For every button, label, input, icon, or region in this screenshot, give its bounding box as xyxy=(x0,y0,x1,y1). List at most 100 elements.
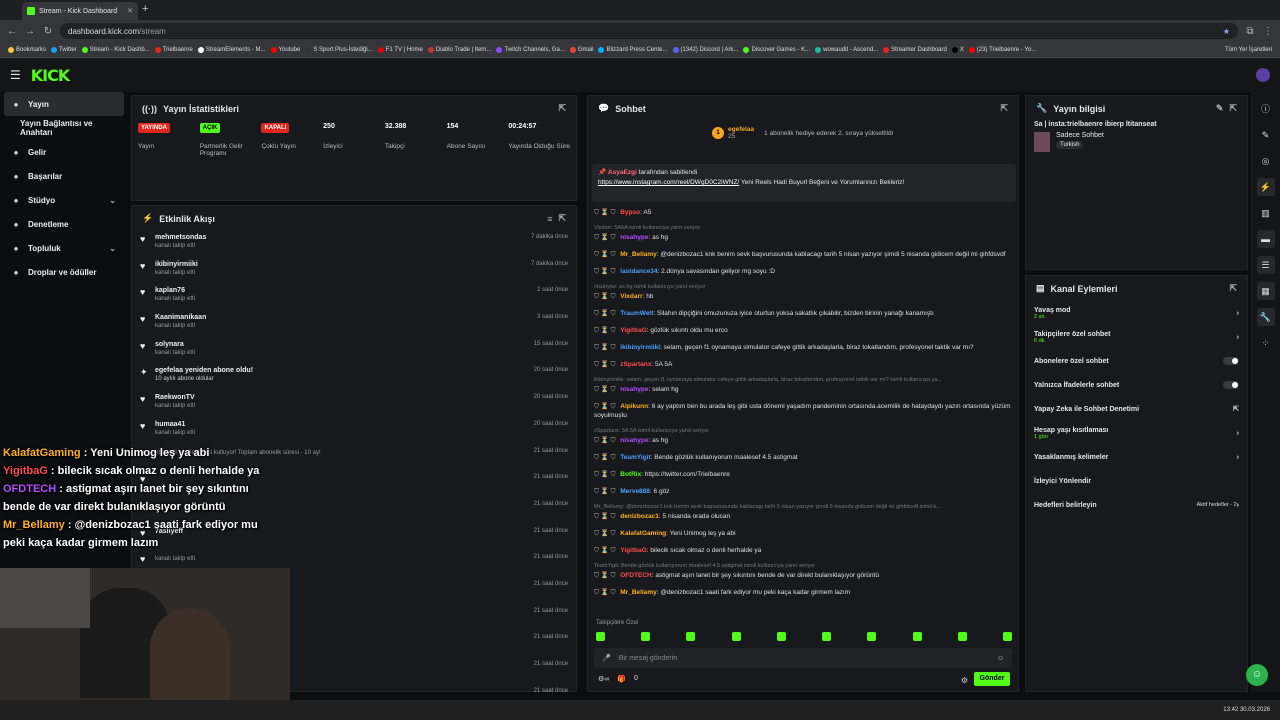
bookmark-item[interactable]: (1342) Discord | Ark... xyxy=(672,46,738,53)
kick-logo[interactable]: KICK xyxy=(31,66,70,85)
sidebar-item[interactable]: ● Topluluk ⌄ xyxy=(0,236,128,260)
toggle-switch[interactable] xyxy=(1223,381,1239,389)
mic-icon[interactable]: 🎤 xyxy=(602,654,611,662)
lightning-icon[interactable]: ⚡ xyxy=(1256,178,1275,196)
bookmark-item[interactable]: Streamer Dashboard xyxy=(883,46,947,53)
document-icon[interactable]: ▥ xyxy=(1257,204,1275,222)
menu-dots-icon[interactable]: ⋮ xyxy=(1262,26,1274,37)
bookmark-item[interactable]: Youtube xyxy=(270,46,300,53)
edit-icon[interactable]: ✎ xyxy=(1216,103,1224,114)
sidebar-item[interactable]: Yayın Bağlantısı ve Anahtarı xyxy=(0,116,128,140)
chat-message[interactable]: ⛉ ⏳ ⛉ zSpartanx: 5A 5A xyxy=(594,360,1014,369)
hamburger-icon[interactable]: ☰ xyxy=(10,68,21,82)
chat-username[interactable]: denizbozac1 xyxy=(620,513,659,520)
action-row[interactable]: Abonelere özel sohbet xyxy=(1026,349,1247,373)
chat-message[interactable]: ⛉ ⏳ ⛉ Merve888: 6 göz xyxy=(594,487,1014,496)
external-link-icon[interactable]: ⇱ xyxy=(1233,405,1239,413)
bookmark-item[interactable]: Blizzard Press Cente... xyxy=(598,46,668,53)
gift-icon[interactable]: 🎁 xyxy=(617,675,626,683)
camera-icon[interactable]: ◎ xyxy=(1257,152,1275,170)
chat-message[interactable]: ⛉ ⏳ ⛉ KalafatGaming: Yeni Unimog leş ya … xyxy=(594,529,1014,538)
chat-input[interactable]: 🎤 Bir mesaj gönderin ☺ xyxy=(594,648,1012,668)
info-icon[interactable]: ⓘ xyxy=(1257,100,1275,118)
emote-icon[interactable] xyxy=(641,632,651,641)
chat-message[interactable]: ⛉ ⏳ ⛉ TraumWelt: Silahın dipçiğini omuzu… xyxy=(594,309,1014,318)
bookmark-item[interactable]: X xyxy=(951,46,964,53)
chevron-down-icon[interactable]: ⌄ xyxy=(109,244,116,253)
sidebar-item[interactable]: ● Stüdyo ⌄ xyxy=(0,188,128,212)
forward-icon[interactable]: → xyxy=(24,26,36,37)
chat-message[interactable]: ⛉ ⏳ ⛉ Alpikunn: 6 ay yaptım ben bu arada… xyxy=(594,402,1014,420)
emote-icon[interactable] xyxy=(1002,632,1012,641)
nodes-icon[interactable]: ⁘ xyxy=(1257,334,1275,352)
emote-icon[interactable] xyxy=(731,632,741,641)
chat-message[interactable]: ⛉ ⏳ ⛉ lastdance34: 2.dünya savasından ge… xyxy=(594,267,1014,276)
action-row[interactable]: Yasaklanmış kelimeler › xyxy=(1026,445,1247,469)
support-chat-button[interactable]: ☺ xyxy=(1246,664,1268,686)
chat-username[interactable]: YigitbaG xyxy=(620,547,646,554)
bookmark-item[interactable]: Bookmarks xyxy=(8,46,46,53)
action-row[interactable]: İzleyici Yönlendir xyxy=(1026,469,1247,493)
bookmark-item[interactable]: Gmail xyxy=(569,46,593,53)
chat-message[interactable]: ⛉ ⏳ ⛉ denizbozac1: 5 nisanda orada oluca… xyxy=(594,512,1014,521)
send-button[interactable]: Gönder xyxy=(974,672,1010,686)
chat-username[interactable]: zSpartanx xyxy=(620,361,651,368)
tool-icon[interactable]: ⚙∞ xyxy=(598,675,609,683)
chat-username[interactable]: lastdance34 xyxy=(620,268,657,275)
close-tab-icon[interactable]: ✕ xyxy=(127,7,133,15)
chat-username[interactable]: KalafatGaming xyxy=(620,530,666,537)
chat-message[interactable]: ⛉ ⏳ ⛉ Bypso: A5 xyxy=(594,208,1014,217)
chevron-right-icon[interactable]: › xyxy=(1237,454,1239,461)
pencil-icon[interactable]: ✎ xyxy=(1257,126,1275,144)
popout-icon[interactable]: ⇱ xyxy=(558,213,566,224)
action-row[interactable]: Hesap yaşı kısıtlaması 1 gün › xyxy=(1026,421,1247,445)
chat-message[interactable]: ⛉ ⏳ ⛉ TeamYigit: Bende gözlük kullanıyor… xyxy=(594,453,1014,462)
back-icon[interactable]: ← xyxy=(6,26,18,37)
action-row[interactable]: Yavaş mod 2 sn. › xyxy=(1026,301,1247,325)
sidebar-item[interactable]: ● Droplar ve ödüller xyxy=(0,260,128,284)
chat-username[interactable]: TeamYigit xyxy=(620,454,650,461)
chat-message[interactable]: ⛉ ⏳ ⛉ Vixdarr: hb xyxy=(594,292,1014,301)
bookmark-item[interactable]: Twitch Channels, Ga... xyxy=(496,46,565,53)
emote-icon[interactable] xyxy=(867,632,877,641)
emote-icon[interactable] xyxy=(596,632,605,641)
chat-username[interactable]: Mr_Bellamy xyxy=(620,589,657,596)
settings-gear-icon[interactable]: ⚙ xyxy=(961,676,968,685)
wrench-icon[interactable]: 🔧 xyxy=(1256,308,1275,326)
chat-username[interactable]: Vixdarr xyxy=(620,293,642,300)
chat-username[interactable]: YigitbaG xyxy=(620,327,646,334)
all-bookmarks[interactable]: Tüm Yer İşaretleri xyxy=(1225,47,1272,53)
emote-icon[interactable] xyxy=(686,632,696,641)
toggle-switch[interactable] xyxy=(1223,357,1239,365)
chat-message[interactable]: ⛉ ⏳ ⛉ ikibinyirmiiki: selam, geçen f1 oy… xyxy=(594,343,1014,352)
browser-tab[interactable]: Stream - Kick Dashboard ✕ xyxy=(22,2,138,20)
chat-username[interactable]: OFDTECH xyxy=(620,572,651,579)
emote-icon[interactable] xyxy=(776,632,786,641)
sidebar-item[interactable]: ● Gelir xyxy=(0,140,128,164)
bookmark-item[interactable]: StreamElements - M... xyxy=(197,46,266,53)
chevron-right-icon[interactable]: › xyxy=(1237,430,1239,437)
chat-message[interactable]: ⛉ ⏳ ⛉ Mr_Bellamy: @denizbozac1 knk benim… xyxy=(594,250,1014,259)
list-icon[interactable]: ☰ xyxy=(1256,256,1275,274)
chat-icon[interactable]: ▬ xyxy=(1256,230,1275,248)
stack-icon[interactable]: ▦ xyxy=(1256,282,1275,300)
chat-username[interactable]: nisahype xyxy=(620,386,648,393)
chat-username[interactable]: Alpikunn xyxy=(620,403,648,410)
bookmark-item[interactable]: Trielbaenre xyxy=(154,46,193,53)
chat-message[interactable]: ⛉ ⏳ ⛉ OFDTECH: astigmat aşırı lanet bir … xyxy=(594,571,1014,580)
popout-icon[interactable]: ⇱ xyxy=(1000,103,1008,114)
chat-message[interactable]: ⛉ ⏳ ⛉ YigitbaG: gözlük sıkıntı oldu mu e… xyxy=(594,326,1014,335)
chat-username[interactable]: TraumWelt xyxy=(620,310,653,317)
chat-message[interactable]: ⛉ ⏳ ⛉ YigitbaG: bilecik sıcak olmaz o de… xyxy=(594,546,1014,555)
popout-icon[interactable]: ⇱ xyxy=(1229,103,1237,114)
pinned-message[interactable]: 📌 AsyaEzgi tarafından sabitlendi https:/… xyxy=(592,164,1016,202)
chat-username[interactable]: Mr_Bellamy xyxy=(620,251,657,258)
chat-message[interactable]: ⛉ ⏳ ⛉ Mr_Bellamy: @denizbozac1 saati far… xyxy=(594,588,1014,597)
avatar[interactable] xyxy=(1256,68,1270,82)
sidebar-item[interactable]: ● Yayın xyxy=(4,92,124,116)
new-tab-button[interactable]: + xyxy=(142,3,148,15)
chat-username[interactable]: ikibinyirmiiki xyxy=(620,344,660,351)
action-row[interactable]: Hedefleri belirleyin Aktif hedefler - 2 › xyxy=(1026,493,1247,517)
emote-icon[interactable] xyxy=(912,632,922,641)
emote-icon[interactable] xyxy=(957,632,967,641)
